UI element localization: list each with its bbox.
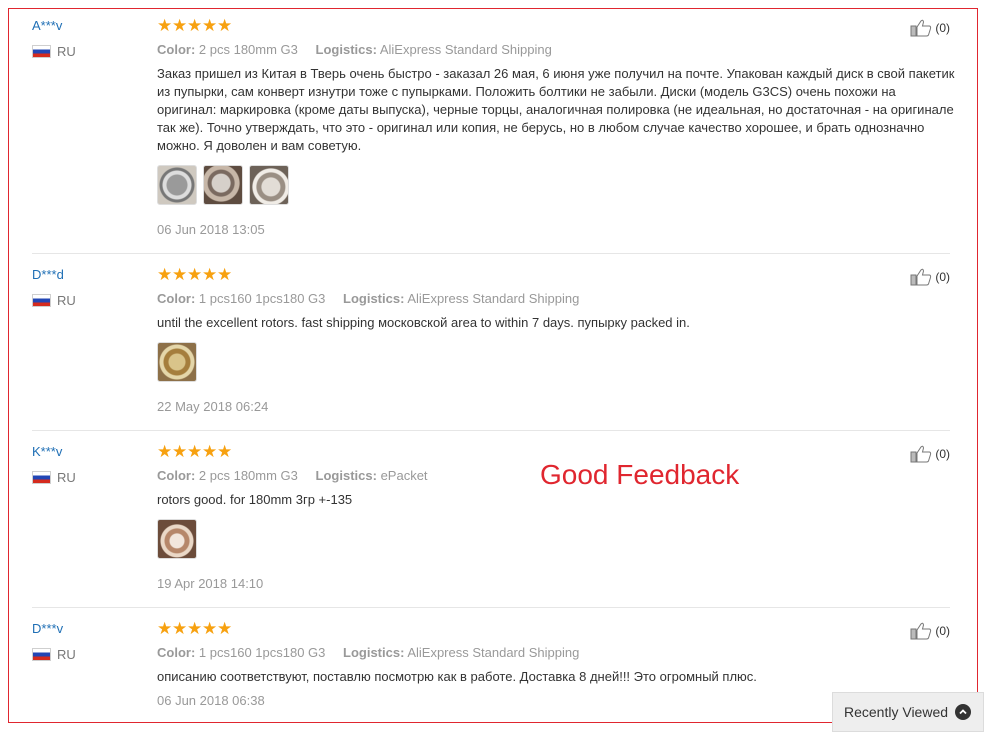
color-label: Color: — [157, 468, 196, 483]
star-icon: ★ — [187, 265, 203, 285]
logistics-label: Logistics: — [343, 291, 405, 306]
review-photo[interactable] — [249, 165, 289, 205]
review-item: D***d RU ★ ★ ★ ★ ★ Color: 1 pcs160 1pcs180 G… — [32, 267, 950, 431]
thumbs-up-icon[interactable] — [910, 622, 932, 640]
star-icon: ★ — [217, 16, 233, 36]
russia-flag-icon — [32, 294, 51, 307]
review-item: A***v RU ★ ★ ★ ★ ★ Color: 2 pcs 180mm G3 Log… — [32, 18, 954, 254]
helpful-vote[interactable]: (0) — [910, 19, 950, 37]
logistics-label: Logistics: — [315, 468, 377, 483]
recently-viewed-label: Recently Viewed — [844, 704, 949, 720]
star-icon: ★ — [202, 442, 218, 462]
helpful-count: (0) — [935, 624, 950, 638]
reviewer-name[interactable]: K***v — [32, 444, 62, 459]
russia-flag-icon — [32, 45, 51, 58]
country-code: RU — [57, 647, 76, 662]
star-icon: ★ — [217, 619, 233, 639]
star-icon: ★ — [172, 16, 188, 36]
review-date: 06 Jun 2018 13:05 — [157, 222, 265, 237]
review-photos — [157, 519, 957, 559]
color-label: Color: — [157, 645, 196, 660]
star-icon: ★ — [187, 16, 203, 36]
logistics-value: AliExpress Standard Shipping — [379, 42, 552, 57]
star-icon: ★ — [202, 619, 218, 639]
review-text: описанию соответствуют, поставлю посмотр… — [157, 669, 757, 684]
star-rating: ★ ★ ★ ★ ★ — [157, 265, 957, 285]
review-content: ★ ★ ★ ★ ★ Color: 1 pcs160 1pcs180 G3 Logisti… — [157, 265, 957, 414]
review-item: D***v RU ★ ★ ★ ★ ★ Color: 1 pcs160 1pcs180 G… — [32, 621, 950, 721]
helpful-vote[interactable]: (0) — [910, 622, 950, 640]
reviewer-country: RU — [32, 470, 76, 485]
star-icon: ★ — [157, 619, 173, 639]
color-value: 1 pcs160 1pcs180 G3 — [198, 291, 326, 306]
star-rating: ★ ★ ★ ★ ★ — [157, 16, 957, 36]
star-rating: ★ ★ ★ ★ ★ — [157, 619, 957, 639]
review-text: rotors good. for 180mm 3гр +-135 — [157, 492, 353, 507]
thumbs-up-icon[interactable] — [910, 445, 932, 463]
review-photo[interactable] — [157, 519, 197, 559]
star-icon: ★ — [187, 619, 203, 639]
country-code: RU — [57, 293, 76, 308]
country-code: RU — [57, 470, 76, 485]
helpful-count: (0) — [935, 270, 950, 284]
order-info: Color: 2 pcs 180mm G3 Logistics: AliExpr… — [157, 42, 957, 57]
review-content: ★ ★ ★ ★ ★ Color: 2 pcs 180mm G3 Logistics: A… — [157, 16, 957, 237]
star-icon: ★ — [217, 265, 233, 285]
review-text: until the excellent rotors. fast shippin… — [157, 315, 690, 330]
star-icon: ★ — [202, 265, 218, 285]
color-label: Color: — [157, 291, 196, 306]
color-value: 1 pcs160 1pcs180 G3 — [198, 645, 326, 660]
star-icon: ★ — [172, 442, 188, 462]
review-photo[interactable] — [157, 342, 197, 382]
star-icon: ★ — [217, 442, 233, 462]
helpful-count: (0) — [935, 21, 950, 35]
logistics-value: ePacket — [380, 468, 428, 483]
helpful-vote[interactable]: (0) — [910, 445, 950, 463]
color-label: Color: — [157, 42, 196, 57]
review-item: K***v RU ★ ★ ★ ★ ★ Color: 2 pcs 180mm G3 Log… — [32, 444, 950, 608]
reviewer-name[interactable]: D***v — [32, 621, 63, 636]
reviewer-name[interactable]: A***v — [32, 18, 62, 33]
star-icon: ★ — [172, 619, 188, 639]
thumbs-up-icon[interactable] — [910, 268, 932, 286]
logistics-value: AliExpress Standard Shipping — [407, 645, 580, 660]
logistics-value: AliExpress Standard Shipping — [407, 291, 580, 306]
star-icon: ★ — [157, 16, 173, 36]
thumbs-up-icon[interactable] — [910, 19, 932, 37]
chevron-up-icon — [955, 704, 972, 720]
reviewer-name[interactable]: D***d — [32, 267, 64, 282]
star-icon: ★ — [157, 265, 173, 285]
russia-flag-icon — [32, 648, 51, 661]
helpful-vote[interactable]: (0) — [910, 268, 950, 286]
recently-viewed-button[interactable]: Recently Viewed — [832, 692, 984, 732]
review-date: 22 May 2018 06:24 — [157, 399, 269, 414]
reviewer-country: RU — [32, 293, 76, 308]
review-photo[interactable] — [157, 165, 197, 205]
review-photos — [157, 165, 957, 205]
country-code: RU — [57, 44, 76, 59]
review-date: 19 Apr 2018 14:10 — [157, 576, 264, 591]
star-icon: ★ — [157, 442, 173, 462]
review-content: ★ ★ ★ ★ ★ Color: 1 pcs160 1pcs180 G3 Logisti… — [157, 619, 957, 709]
review-text: Заказ пришел из Китая в Тверь очень быст… — [157, 66, 955, 153]
reviewer-country: RU — [32, 647, 76, 662]
review-photos — [157, 342, 957, 382]
color-value: 2 pcs 180mm G3 — [198, 468, 298, 483]
order-info: Color: 1 pcs160 1pcs180 G3 Logistics: Al… — [157, 291, 957, 306]
star-icon: ★ — [172, 265, 188, 285]
good-feedback-annotation: Good Feedback — [540, 459, 740, 490]
review-photo[interactable] — [203, 165, 243, 205]
russia-flag-icon — [32, 471, 51, 484]
star-icon: ★ — [202, 16, 218, 36]
star-icon: ★ — [187, 442, 203, 462]
logistics-label: Logistics: — [343, 645, 405, 660]
order-info: Color: 1 pcs160 1pcs180 G3 Logistics: Al… — [157, 645, 957, 660]
logistics-label: Logistics: — [315, 42, 377, 57]
reviewer-country: RU — [32, 44, 76, 59]
star-rating: ★ ★ ★ ★ ★ — [157, 442, 957, 462]
review-date: 06 Jun 2018 06:38 — [157, 693, 265, 708]
color-value: 2 pcs 180mm G3 — [198, 42, 298, 57]
helpful-count: (0) — [935, 447, 950, 461]
